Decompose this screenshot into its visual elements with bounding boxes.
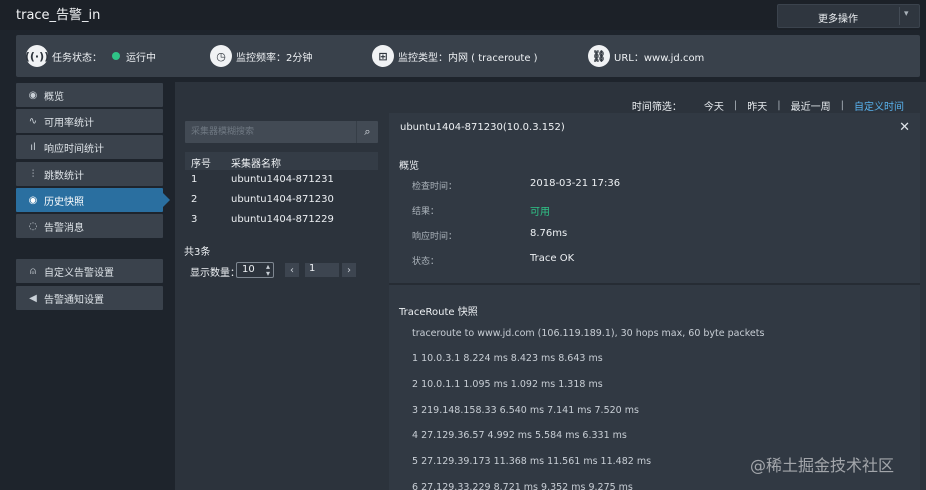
sidebar-item-overview[interactable]: ◉ 概览	[16, 83, 163, 107]
collector-table-header: 序号 采集器名称	[185, 152, 378, 170]
page-title: trace_告警_in	[16, 8, 101, 23]
bar-chart-icon: ıl	[30, 141, 36, 153]
table-row[interactable]: 1 ubuntu1404-871231	[185, 171, 378, 191]
stepper-icon: ▴ ▾	[265, 262, 270, 278]
next-page-button[interactable]: ›	[342, 263, 356, 277]
page-size-value: 10	[242, 264, 255, 275]
traceroute-line: 2 10.0.1.1 1.095 ms 1.092 ms 1.318 ms	[412, 379, 603, 390]
check-time-value: 2018-03-21 17:36	[530, 178, 621, 189]
time-filter-label: 时间筛选：	[631, 102, 682, 113]
time-filter-last-week[interactable]: 最近一周	[781, 98, 841, 113]
sidebar-item-label: 可用率统计	[44, 117, 94, 129]
table-row[interactable]: 3 ubuntu1404-871229	[185, 211, 378, 231]
row-number: 2	[191, 194, 198, 205]
more-actions-label: 更多操作	[818, 14, 858, 25]
running-status-dot	[112, 52, 120, 60]
overview-section-title: 概览	[399, 161, 419, 172]
sidebar-item-availability-stats[interactable]: ∿ 可用率统计	[16, 109, 163, 133]
collector-name: ubuntu1404-871229	[231, 214, 334, 225]
more-actions-button[interactable]: 更多操作 ▾	[777, 4, 920, 28]
sidebar-item-custom-alert-settings[interactable]: ⍝ 自定义告警设置	[16, 259, 163, 283]
top-bar: trace_告警_in 更多操作 ▾	[0, 0, 926, 30]
monitor-frequency-text: 监控频率：2分钟	[236, 52, 313, 64]
chevron-down-icon[interactable]: ▾	[904, 9, 909, 19]
clock-icon: ◷	[210, 45, 232, 67]
snapshot-detail-panel: ubuntu1404-871230(10.0.3.152) ✕ 概览 检查时间：…	[389, 113, 920, 490]
collector-name: ubuntu1404-871231	[231, 174, 334, 185]
bell-icon: ⍝	[30, 265, 36, 277]
link-icon: ⛓	[588, 45, 610, 67]
task-status-label: 任务状态：	[52, 52, 102, 64]
chat-bubble-icon: ◌	[28, 220, 38, 232]
status-label: 状态：	[412, 257, 440, 267]
task-status: ((·)) 任务状态： 运行中	[25, 44, 156, 68]
more-actions-divider	[899, 7, 900, 25]
sidebar-item-alert-notify-settings[interactable]: ◀ 告警通知设置	[16, 286, 163, 310]
time-filter-yesterday[interactable]: 昨天	[737, 98, 777, 113]
status-value: Trace OK	[530, 253, 575, 264]
prev-page-button[interactable]: ‹	[285, 263, 299, 277]
sidebar-item-label: 响应时间统计	[44, 143, 104, 155]
detail-title: ubuntu1404-871230(10.0.3.152)	[400, 122, 565, 133]
result-value: 可用	[530, 207, 550, 218]
traceroute-line: 6 27.129.33.229 8.721 ms 9.352 ms 9.275 …	[412, 482, 633, 490]
sidebar-item-response-time-stats[interactable]: ıl 响应时间统计	[16, 135, 163, 159]
monitor-frequency: ◷ 监控频率：2分钟	[210, 44, 312, 68]
traceroute-line: 3 219.148.158.33 6.540 ms 7.141 ms 7.520…	[412, 405, 639, 416]
response-time-label: 响应时间：	[412, 232, 458, 242]
traceroute-section-title: TraceRoute 快照	[399, 307, 478, 318]
page-size-select[interactable]: 10 ▴ ▾	[236, 262, 274, 278]
monitor-type-text: 监控类型：内网 ( traceroute )	[398, 52, 538, 64]
speaker-icon: ◀	[29, 292, 37, 304]
time-filter-today[interactable]: 今天	[694, 98, 734, 113]
sidebar-item-hop-stats[interactable]: ⫶ 跳数统计	[16, 162, 163, 186]
chevron-left-icon: ‹	[290, 264, 294, 276]
sidebar-item-label: 告警通知设置	[44, 294, 104, 306]
traceroute-line: 5 27.129.39.173 11.368 ms 11.561 ms 11.4…	[412, 456, 652, 467]
sidebar-item-label: 告警消息	[44, 222, 84, 234]
traceroute-line: traceroute to www.jd.com (106.119.189.1)…	[412, 328, 765, 339]
total-count: 共3条	[184, 247, 211, 258]
column-header-no: 序号	[191, 159, 211, 170]
monitor-url: ⛓ URL：www.jd.com	[588, 44, 704, 68]
collector-search: ⌕	[185, 121, 378, 143]
radio-tower-icon: ((·))	[25, 45, 49, 67]
sidebar-item-label: 跳数统计	[44, 170, 84, 182]
snapshot-icon: ◉	[28, 194, 38, 206]
sliders-icon: ⫶	[31, 168, 35, 180]
column-header-name: 采集器名称	[231, 159, 281, 170]
watermark: @稀土掘金技术社区	[750, 456, 895, 475]
close-icon[interactable]: ✕	[899, 120, 910, 135]
response-time-value: 8.76ms	[530, 228, 568, 239]
collector-search-input[interactable]	[185, 121, 358, 143]
sidebar-item-label: 自定义告警设置	[44, 267, 114, 279]
sidebar-item-label: 历史快照	[44, 196, 84, 208]
sidebar-item-history-snapshot[interactable]: ◉ 历史快照	[16, 188, 170, 212]
task-status-bar: ((·)) 任务状态： 运行中 ◷ 监控频率：2分钟 ⊞ 监控类型：内网 ( t…	[16, 35, 920, 77]
sidebar-item-label: 概览	[44, 91, 64, 103]
page-number-value: 1	[309, 263, 316, 274]
grid-icon: ⊞	[372, 45, 394, 67]
circle-icon: ◉	[28, 89, 38, 101]
result-label: 结果：	[412, 207, 440, 217]
chevron-right-icon: ›	[347, 264, 351, 276]
task-status-value: 运行中	[126, 52, 156, 64]
traceroute-line: 4 27.129.36.57 4.992 ms 5.584 ms 6.331 m…	[412, 430, 627, 441]
wave-icon: ∿	[28, 115, 38, 127]
row-number: 3	[191, 214, 198, 225]
sidebar-item-alert-messages[interactable]: ◌ 告警消息	[16, 214, 163, 238]
traceroute-line: 1 10.0.3.1 8.224 ms 8.423 ms 8.643 ms	[412, 353, 603, 364]
row-number: 1	[191, 174, 198, 185]
monitor-url-text: URL：www.jd.com	[614, 52, 705, 64]
page-number-input[interactable]: 1	[305, 263, 339, 277]
search-icon[interactable]: ⌕	[356, 121, 378, 143]
check-time-label: 检查时间：	[412, 182, 458, 192]
table-row[interactable]: 2 ubuntu1404-871230	[185, 191, 378, 211]
collector-name: ubuntu1404-871230	[231, 194, 334, 205]
monitor-type: ⊞ 监控类型：内网 ( traceroute )	[372, 44, 538, 68]
section-divider	[389, 283, 920, 285]
page-size-label: 显示数量：	[190, 268, 240, 279]
